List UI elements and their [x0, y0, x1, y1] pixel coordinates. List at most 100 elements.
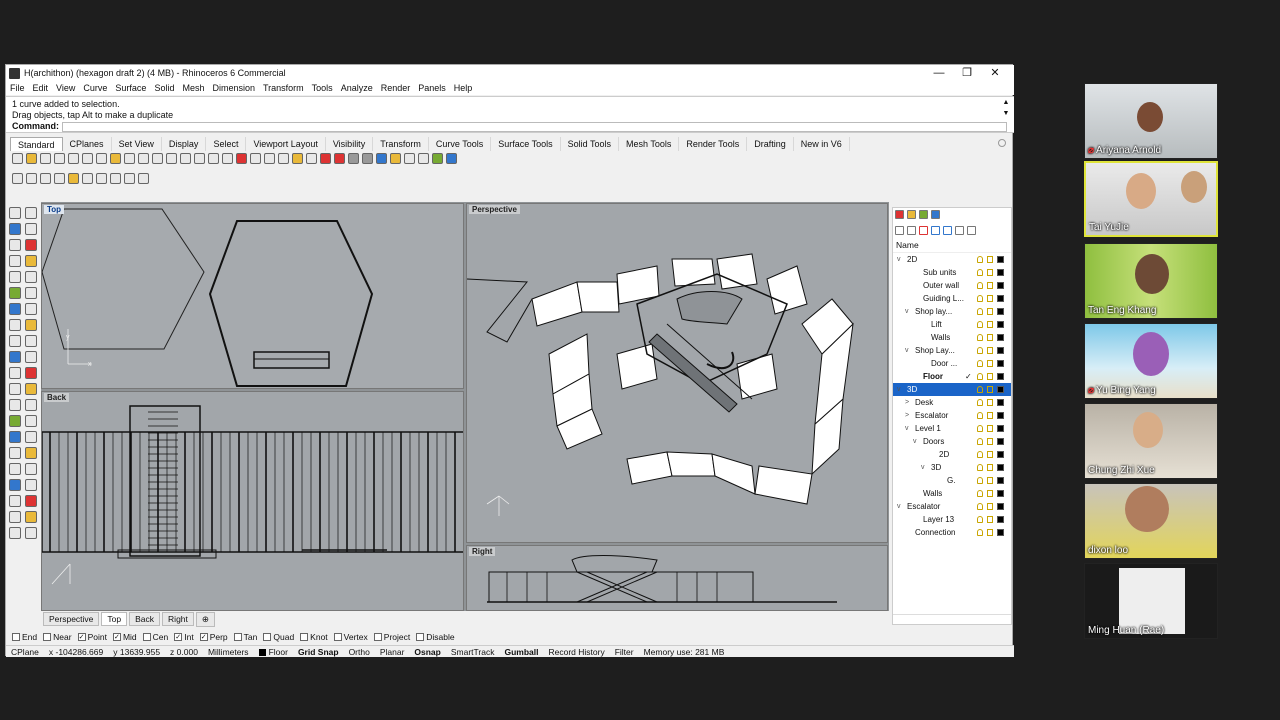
tab-surface-tools[interactable]: Surface Tools: [491, 137, 561, 151]
planar-toggle[interactable]: Planar: [375, 647, 410, 657]
filter-icon[interactable]: [967, 226, 976, 235]
layer-row[interactable]: Outer wall: [893, 279, 1011, 292]
tab-back[interactable]: Back: [129, 612, 161, 626]
tab-drafting[interactable]: Drafting: [747, 137, 794, 151]
point-icon[interactable]: [9, 511, 21, 523]
offset-icon[interactable]: [25, 303, 37, 315]
help-tab-icon[interactable]: [931, 210, 940, 219]
tab-mesh-tools[interactable]: Mesh Tools: [619, 137, 680, 151]
history-icon[interactable]: [418, 153, 429, 164]
osnap-checkbox[interactable]: ✓: [199, 633, 208, 641]
select-all-icon[interactable]: [250, 153, 261, 164]
rotate-3d-icon[interactable]: [26, 173, 37, 184]
polyline-icon[interactable]: [25, 223, 37, 235]
menu-tools[interactable]: Tools: [312, 83, 333, 93]
smarttrack-toggle[interactable]: SmartTrack: [446, 647, 500, 657]
layer-lock-icon[interactable]: [987, 399, 993, 406]
tab-cplanes[interactable]: CPlanes: [63, 137, 112, 151]
layer-color-swatch[interactable]: [997, 347, 1004, 354]
viewport-back[interactable]: Back: [41, 391, 464, 611]
properties-icon[interactable]: [320, 153, 331, 164]
viewport-right-label[interactable]: Right: [469, 547, 496, 556]
properties-tab-icon[interactable]: [895, 210, 904, 219]
boolean-union-icon[interactable]: [9, 479, 21, 491]
compass-icon[interactable]: [138, 173, 149, 184]
layer-color-swatch[interactable]: [997, 464, 1004, 471]
layer-row[interactable]: Sub units: [893, 266, 1011, 279]
point-on-icon[interactable]: [264, 153, 275, 164]
sweep-icon[interactable]: [96, 173, 107, 184]
ortho-toggle[interactable]: Ortho: [344, 647, 375, 657]
osnap-point[interactable]: ✓ Point: [77, 632, 107, 642]
layer-color-swatch[interactable]: [997, 451, 1004, 458]
command-input[interactable]: [61, 121, 1007, 132]
layer-visibility-bulb-icon[interactable]: [977, 321, 983, 328]
chevron-down-icon[interactable]: v: [921, 461, 925, 474]
layer-lock-icon[interactable]: [987, 529, 993, 536]
current-layer[interactable]: Floor: [254, 647, 293, 657]
box-icon[interactable]: [9, 335, 21, 347]
layer-lock-icon[interactable]: [987, 516, 993, 523]
layer-lock-icon[interactable]: [987, 425, 993, 432]
mesh-icon[interactable]: [9, 367, 21, 379]
layer-visibility-bulb-icon[interactable]: [977, 360, 983, 367]
layer-lock-icon[interactable]: [987, 373, 993, 380]
circle-icon[interactable]: [9, 239, 21, 251]
layer-lock-icon[interactable]: [987, 464, 993, 471]
menu-file[interactable]: File: [10, 83, 25, 93]
osnap-near[interactable]: Near: [43, 632, 72, 642]
menu-render[interactable]: Render: [381, 83, 411, 93]
layer-row[interactable]: v Escalator: [893, 500, 1011, 513]
surface-icon[interactable]: [82, 173, 93, 184]
gumball-icon[interactable]: [404, 153, 415, 164]
layer-visibility-bulb-icon[interactable]: [977, 425, 983, 432]
new-sublayer-icon[interactable]: [907, 226, 916, 235]
new-layer-icon[interactable]: [895, 226, 904, 235]
explode-icon[interactable]: [25, 447, 37, 459]
help-icon[interactable]: [446, 153, 457, 164]
clipboard-icon[interactable]: [110, 153, 121, 164]
viewport-top[interactable]: Top x y: [41, 203, 464, 389]
globe-icon[interactable]: [432, 153, 443, 164]
tab-visibility[interactable]: Visibility: [326, 137, 374, 151]
osnap-checkbox[interactable]: ✓: [112, 633, 121, 641]
sphere-icon[interactable]: [25, 335, 37, 347]
layer-color-swatch[interactable]: [997, 360, 1004, 367]
color-wheel-icon[interactable]: [334, 153, 345, 164]
layer-row[interactable]: Walls: [893, 487, 1011, 500]
zoom-extents-icon[interactable]: [194, 153, 205, 164]
layer-row[interactable]: v 2D: [893, 253, 1011, 266]
cylinder-icon[interactable]: [9, 351, 21, 363]
extrude-icon[interactable]: [9, 319, 21, 331]
rotate-view-icon[interactable]: [152, 153, 163, 164]
save-file-icon[interactable]: [40, 153, 51, 164]
osnap-checkbox[interactable]: ✓: [174, 633, 183, 641]
freeform-icon[interactable]: [25, 271, 37, 283]
toolbar-options-gear-icon[interactable]: [998, 139, 1006, 147]
osnap-disable[interactable]: Disable: [416, 632, 455, 642]
layer-row[interactable]: G.: [893, 474, 1011, 487]
participant-tile[interactable]: Ming Huan (Rae): [1084, 563, 1218, 639]
layer-lock-icon[interactable]: [987, 438, 993, 445]
layer-color-swatch[interactable]: [997, 321, 1004, 328]
layer-row[interactable]: Guiding L...: [893, 292, 1011, 305]
chevron-down-icon[interactable]: v: [905, 305, 909, 318]
options-icon[interactable]: [390, 153, 401, 164]
arc-icon[interactable]: [25, 239, 37, 251]
analyze-icon[interactable]: [124, 173, 135, 184]
layer-lock-icon[interactable]: [987, 412, 993, 419]
osnap-checkbox[interactable]: [142, 633, 151, 641]
group-icon[interactable]: [9, 495, 21, 507]
layer-visibility-bulb-icon[interactable]: [977, 295, 983, 302]
display-tab-icon[interactable]: [919, 210, 928, 219]
participant-tile[interactable]: Tan Eng Khang: [1084, 243, 1218, 319]
layer-lock-icon[interactable]: [987, 308, 993, 315]
menu-curve[interactable]: Curve: [83, 83, 107, 93]
menu-mesh[interactable]: Mesh: [182, 83, 204, 93]
layer-color-swatch[interactable]: [997, 516, 1004, 523]
mesh-icon[interactable]: [110, 173, 121, 184]
layer-visibility-bulb-icon[interactable]: [977, 516, 983, 523]
layer-color-swatch[interactable]: [997, 373, 1004, 380]
chevron-down-icon[interactable]: v: [897, 383, 901, 396]
osnap-int[interactable]: ✓ Int: [174, 632, 194, 642]
